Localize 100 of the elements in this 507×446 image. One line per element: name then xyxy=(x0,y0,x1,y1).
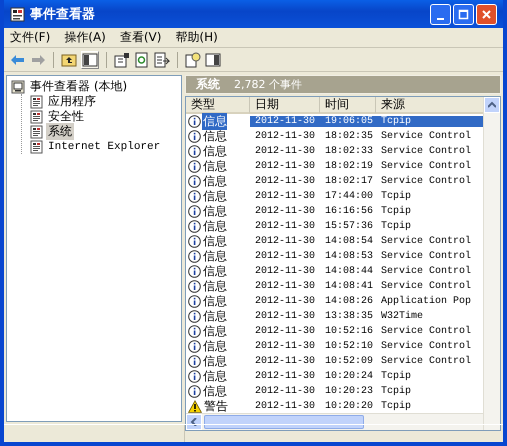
horizontal-scrollbar[interactable] xyxy=(186,413,483,430)
event-date: 2012-11-30 xyxy=(254,191,316,202)
event-source: Tcpip xyxy=(380,221,412,232)
event-source: Service Control xyxy=(380,356,472,367)
tree-item[interactable]: 安全性 xyxy=(46,108,86,125)
event-time: 14:08:41 xyxy=(324,281,374,292)
log-icon xyxy=(30,110,43,124)
tree-item[interactable]: 应用程序 xyxy=(46,93,98,110)
event-type[interactable]: 信息 xyxy=(202,383,227,400)
event-type[interactable]: 信息 xyxy=(202,113,227,130)
event-type[interactable]: 信息 xyxy=(202,368,227,385)
info-icon xyxy=(188,385,201,398)
menu-item[interactable]: 查看(V) xyxy=(120,29,162,46)
info-icon xyxy=(188,235,201,248)
tree-item[interactable]: 系统 xyxy=(46,123,74,140)
event-source: Service Control xyxy=(380,266,472,277)
event-source: Service Control xyxy=(380,281,472,292)
event-date: 2012-11-30 xyxy=(254,281,316,292)
event-date: 2012-11-30 xyxy=(254,401,316,412)
event-type[interactable]: 信息 xyxy=(202,263,227,280)
info-icon xyxy=(188,145,201,158)
event-type[interactable]: 信息 xyxy=(202,323,227,340)
event-time: 18:02:19 xyxy=(324,161,374,172)
event-source: Service Control xyxy=(380,341,472,352)
event-date: 2012-11-30 xyxy=(254,146,316,157)
event-time: 18:02:33 xyxy=(324,146,374,157)
event-time: 14:08:26 xyxy=(324,296,374,307)
vertical-scrollbar[interactable] xyxy=(483,97,500,430)
event-source: Tcpip xyxy=(380,206,412,217)
menu-item[interactable]: 帮助(H) xyxy=(175,29,218,46)
info-icon xyxy=(188,340,201,353)
tree-pane-icon[interactable] xyxy=(81,50,99,68)
info-icon xyxy=(188,220,201,233)
event-date: 2012-11-30 xyxy=(254,371,316,382)
event-time: 18:02:35 xyxy=(324,131,374,142)
event-type[interactable]: 信息 xyxy=(202,203,227,220)
info-icon xyxy=(188,295,201,308)
close-button[interactable] xyxy=(476,4,497,24)
event-time: 14:08:44 xyxy=(324,266,374,277)
column-header[interactable]: 时间 xyxy=(320,97,376,114)
menu-item[interactable]: 文件(F) xyxy=(10,29,50,46)
event-type[interactable]: 信息 xyxy=(202,308,227,325)
event-time: 10:52:10 xyxy=(324,341,374,352)
event-type[interactable]: 信息 xyxy=(202,128,227,145)
event-type[interactable]: 信息 xyxy=(202,188,227,205)
export-icon[interactable] xyxy=(154,52,170,68)
log-icon xyxy=(30,94,43,108)
maximize-icon xyxy=(458,8,469,20)
event-time: 15:57:36 xyxy=(324,221,374,232)
event-source: Tcpip xyxy=(380,191,412,202)
info-icon xyxy=(188,265,201,278)
event-type[interactable]: 信息 xyxy=(202,233,227,250)
event-source: Service Control xyxy=(380,131,472,142)
event-source: Service Control xyxy=(380,146,472,157)
event-time: 10:20:24 xyxy=(324,371,374,382)
event-type[interactable]: 警告 xyxy=(203,398,228,415)
detail-pane-icon[interactable] xyxy=(205,52,221,68)
event-source: Service Control xyxy=(380,176,472,187)
info-icon xyxy=(188,310,201,323)
info-icon xyxy=(188,130,201,143)
event-type[interactable]: 信息 xyxy=(202,353,227,370)
tree-item[interactable]: Internet Explorer xyxy=(46,140,162,152)
event-type[interactable]: 信息 xyxy=(202,218,227,235)
tree-item[interactable]: 事件查看器 (本地) xyxy=(28,78,130,95)
info-icon xyxy=(188,205,201,218)
event-time: 14:08:54 xyxy=(324,236,374,247)
event-time: 10:20:20 xyxy=(324,401,374,412)
event-source: Tcpip xyxy=(380,401,412,412)
event-date: 2012-11-30 xyxy=(250,116,320,127)
event-time: 13:38:35 xyxy=(324,311,374,322)
event-type[interactable]: 信息 xyxy=(202,338,227,355)
event-type[interactable]: 信息 xyxy=(202,278,227,295)
event-time: 10:20:23 xyxy=(324,386,374,397)
pane-title: 系统 xyxy=(196,76,220,93)
event-source: Service Control xyxy=(380,326,472,337)
minimize-button[interactable] xyxy=(430,4,451,24)
info-icon xyxy=(188,115,201,128)
properties-icon[interactable] xyxy=(114,52,130,68)
event-type[interactable]: 信息 xyxy=(202,143,227,160)
event-source: Tcpip xyxy=(376,116,484,127)
event-type[interactable]: 信息 xyxy=(202,293,227,310)
event-type[interactable]: 信息 xyxy=(202,158,227,175)
event-time: 17:44:00 xyxy=(324,191,374,202)
app-icon xyxy=(10,6,25,22)
help-icon[interactable] xyxy=(185,52,201,68)
refresh-icon[interactable] xyxy=(134,52,150,68)
event-date: 2012-11-30 xyxy=(254,266,316,277)
maximize-button[interactable] xyxy=(453,4,474,24)
event-date: 2012-11-30 xyxy=(254,326,316,337)
event-time: 16:16:56 xyxy=(324,206,374,217)
event-date: 2012-11-30 xyxy=(254,131,316,142)
info-icon xyxy=(188,190,201,203)
event-time: 19:06:05 xyxy=(320,116,376,127)
scroll-up-icon xyxy=(488,101,496,109)
folder-up-icon[interactable] xyxy=(61,52,77,68)
column-header[interactable]: 日期 xyxy=(250,97,320,114)
event-date: 2012-11-30 xyxy=(254,356,316,367)
event-type[interactable]: 信息 xyxy=(202,173,227,190)
event-type[interactable]: 信息 xyxy=(202,248,227,265)
menu-item[interactable]: 操作(A) xyxy=(64,29,106,46)
